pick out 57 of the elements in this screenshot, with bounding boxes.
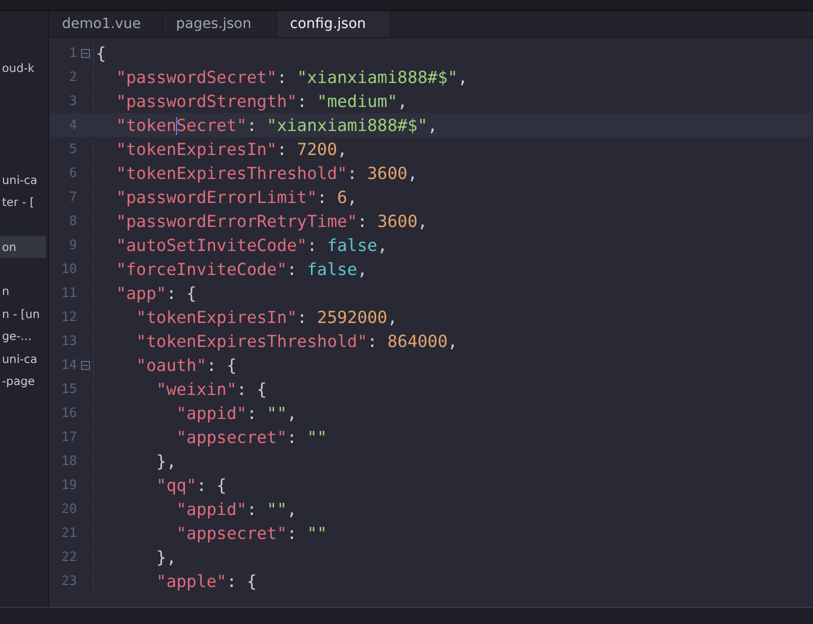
line-number: 1 <box>68 46 77 60</box>
line-number: 16 <box>60 406 77 420</box>
code-line: "oauth": { <box>93 355 237 375</box>
line-number: 6 <box>68 166 77 180</box>
code-line: "passwordErrorRetryTime": 3600, <box>93 211 428 231</box>
line-number: 22 <box>60 550 77 564</box>
line-number: 7 <box>68 190 77 204</box>
file-tree-item[interactable]: n - [un <box>0 302 46 325</box>
line-number: 2 <box>68 70 77 84</box>
line-number: 23 <box>60 574 77 588</box>
line-number: 17 <box>60 430 77 444</box>
code-line: "apple": { <box>93 571 257 591</box>
code-line: "passwordStrength": "medium", <box>93 91 408 111</box>
file-tree-item[interactable]: oud-k <box>0 57 46 80</box>
line-number: 11 <box>60 286 77 300</box>
code-line: { <box>93 43 106 63</box>
code-line: "tokenSecret": "xianxiami888#$", <box>93 114 438 136</box>
code-line: "forceInviteCode": false, <box>93 259 368 279</box>
line-number: 15 <box>60 382 77 396</box>
code-line: "app": { <box>93 283 196 303</box>
code-line: "appsecret": "" <box>93 523 328 543</box>
code-line: "qq": { <box>93 475 227 495</box>
code-line: "appid": "", <box>93 403 297 423</box>
file-tree-item[interactable]: ge-... <box>0 325 46 348</box>
code-line: "tokenExpiresThreshold": 864000, <box>93 331 458 351</box>
line-number: 18 <box>60 454 77 468</box>
code-line: "appid": "", <box>93 499 297 519</box>
line-number: 21 <box>60 526 77 540</box>
line-number: 3 <box>68 94 77 108</box>
code-line: "tokenExpiresThreshold": 3600, <box>93 163 418 183</box>
code-line: "weixin": { <box>93 379 267 399</box>
code-line: "autoSetInviteCode": false, <box>93 235 388 255</box>
file-tree-item[interactable]: uni-ca <box>0 168 46 191</box>
collapse-icon[interactable] <box>80 48 90 58</box>
file-tree-item[interactable]: on <box>0 236 46 258</box>
line-number: 20 <box>60 502 77 516</box>
code-line: }, <box>93 547 176 567</box>
code-line: "tokenExpiresIn": 7200, <box>93 139 348 159</box>
line-number: 5 <box>68 142 77 156</box>
line-number: 13 <box>60 334 77 348</box>
collapse-icon[interactable] <box>80 360 90 370</box>
file-tree-item[interactable]: uni-ca <box>0 348 46 370</box>
line-number: 8 <box>68 214 77 228</box>
code-line: "passwordErrorLimit": 6, <box>93 187 358 207</box>
code-line: "passwordSecret": "xianxiami888#$", <box>93 67 468 87</box>
line-number: 12 <box>60 310 77 324</box>
editor-tab[interactable]: config.json <box>277 11 391 37</box>
code-line: "tokenExpiresIn": 2592000, <box>93 307 398 327</box>
file-tree-item[interactable]: n <box>0 280 46 302</box>
line-number: 10 <box>60 262 77 276</box>
code-line: }, <box>93 451 176 471</box>
line-number: 19 <box>60 478 77 492</box>
file-tree-item[interactable]: -page <box>0 370 46 392</box>
file-tree-item[interactable]: ter - [ <box>0 191 46 214</box>
code-line: "appsecret": "" <box>93 427 328 447</box>
line-number: 9 <box>68 238 77 252</box>
line-number: 14 <box>60 358 77 372</box>
